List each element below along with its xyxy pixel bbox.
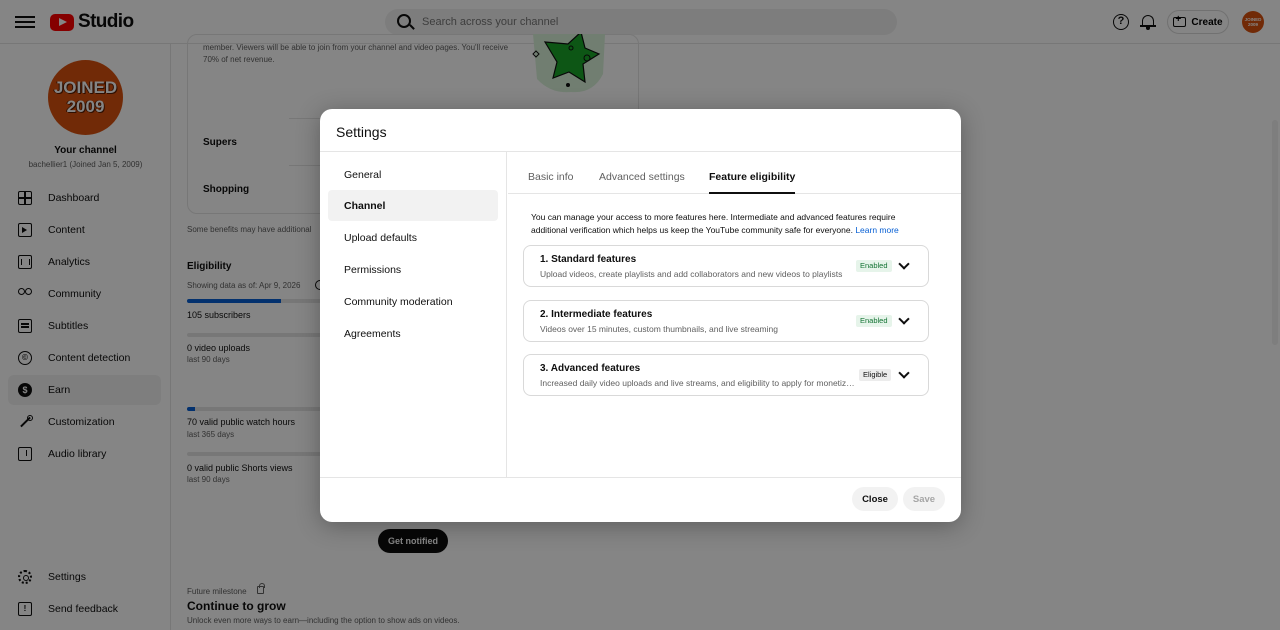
settings-dialog: Settings General Channel Upload defaults…	[320, 109, 961, 522]
feature-eligibility-description: You can manage your access to more featu…	[531, 211, 926, 237]
chevron-down-icon[interactable]	[898, 313, 910, 325]
feature-description: Increased daily video uploads and live s…	[540, 378, 856, 388]
status-badge: Eligible	[859, 369, 892, 381]
settings-nav-permissions[interactable]: Permissions	[328, 254, 498, 285]
settings-nav-general[interactable]: General	[328, 159, 498, 190]
feature-name: 3. Advanced features	[540, 363, 641, 374]
scrollbar[interactable]	[1272, 120, 1278, 345]
status-badge: Enabled	[856, 260, 892, 272]
feature-description: Videos over 15 minutes, custom thumbnail…	[540, 324, 778, 334]
description-text: You can manage your access to more featu…	[531, 212, 896, 235]
standard-features-card[interactable]: 1. Standard features Upload videos, crea…	[523, 245, 929, 287]
tab-feature-eligibility[interactable]: Feature eligibility	[709, 171, 796, 194]
settings-nav-upload-defaults[interactable]: Upload defaults	[328, 222, 498, 253]
advanced-features-card[interactable]: 3. Advanced features Increased daily vid…	[523, 354, 929, 396]
tab-basic-info[interactable]: Basic info	[528, 171, 574, 194]
dialog-title: Settings	[336, 124, 387, 140]
chevron-down-icon[interactable]	[898, 258, 910, 270]
tab-advanced-settings[interactable]: Advanced settings	[599, 171, 685, 194]
divider	[320, 477, 961, 478]
settings-nav-agreements[interactable]: Agreements	[328, 318, 498, 349]
status-badge: Enabled	[856, 315, 892, 327]
feature-description: Upload videos, create playlists and add …	[540, 269, 843, 279]
chevron-down-icon[interactable]	[898, 367, 910, 379]
settings-nav: General Channel Upload defaults Permissi…	[320, 152, 507, 477]
save-button[interactable]: Save	[903, 487, 945, 511]
settings-nav-community-moderation[interactable]: Community moderation	[328, 286, 498, 317]
close-button[interactable]: Close	[852, 487, 898, 511]
feature-name: 2. Intermediate features	[540, 309, 653, 320]
learn-more-link[interactable]: Learn more	[855, 225, 898, 235]
intermediate-features-card[interactable]: 2. Intermediate features Videos over 15 …	[523, 300, 929, 342]
feature-name: 1. Standard features	[540, 254, 637, 265]
settings-nav-channel[interactable]: Channel	[328, 190, 498, 221]
channel-tabs: Basic info Advanced settings Feature eli…	[508, 152, 961, 194]
